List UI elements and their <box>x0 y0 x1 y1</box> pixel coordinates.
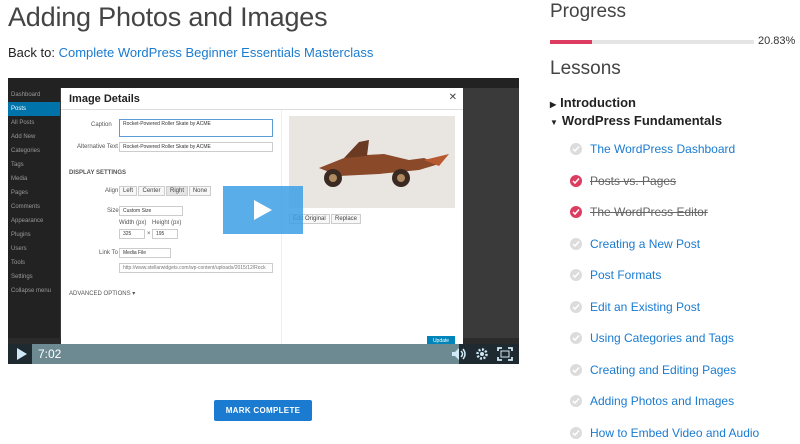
section-introduction[interactable]: ▶ Introduction <box>550 95 636 110</box>
wp-sidebar-item: Collapse menu <box>11 288 52 294</box>
check-incomplete-icon <box>570 332 582 344</box>
modal-title: Image Details <box>69 93 140 105</box>
lesson-label: Posts vs. Pages <box>590 173 677 188</box>
section-wordpress-fundamentals[interactable]: ▼ WordPress Fundamentals <box>550 113 722 128</box>
volume-icon[interactable] <box>451 347 467 364</box>
back-line: Back to: Complete WordPress Beginner Ess… <box>8 45 373 60</box>
modal-header: Image Details ✕ <box>61 88 463 110</box>
lesson-label: The WordPress Editor <box>590 205 708 219</box>
lesson-label: Edit an Existing Post <box>590 299 701 314</box>
video-player[interactable]: Dashboard Posts All Posts Add New Catego… <box>8 78 519 364</box>
lessons-heading: Lessons <box>550 58 621 79</box>
align-none: None <box>189 186 211 196</box>
lesson-label: Adding Photos and Images <box>590 394 735 408</box>
lesson-label: How to Embed Video and Audio <box>590 425 760 440</box>
align-right: Right <box>166 186 188 196</box>
wp-sidebar-item: Dashboard <box>11 92 41 98</box>
check-complete-icon <box>570 206 582 218</box>
wp-sidebar-item: Categories <box>11 148 41 154</box>
height-field: 195 <box>152 229 178 239</box>
check-complete-icon <box>570 174 582 187</box>
check-incomplete-icon <box>570 426 582 439</box>
back-course-link[interactable]: Complete WordPress Beginner Essentials M… <box>59 45 374 60</box>
caret-down-icon: ▼ <box>550 118 558 127</box>
caption-label: Caption <box>91 122 112 128</box>
wp-sidebar-item: Users <box>11 246 27 252</box>
width-field: 325 <box>119 229 145 239</box>
wp-sidebar-item: All Posts <box>11 120 35 126</box>
size-label: Size <box>107 208 119 214</box>
check-incomplete-icon <box>570 143 582 155</box>
play-icon[interactable] <box>16 347 28 364</box>
lesson-label: The WordPress Dashboard <box>590 142 736 156</box>
video-progress-track[interactable] <box>32 344 459 364</box>
align-center: Center <box>138 186 165 196</box>
course-progress-bar <box>550 40 754 44</box>
close-icon: ✕ <box>448 92 457 103</box>
play-icon <box>254 200 272 220</box>
check-incomplete-icon <box>570 300 582 313</box>
section-label: Introduction <box>560 95 636 110</box>
link-to-label: Link To <box>99 250 118 256</box>
wp-admin-bar <box>8 78 519 88</box>
video-time: 7:02 <box>38 347 62 361</box>
link-url-field: http://www.stellarwidgets.com/wp-content… <box>119 263 273 273</box>
image-preview <box>289 116 455 208</box>
wp-sidebar: Dashboard Posts All Posts Add New Catego… <box>8 88 60 338</box>
check-incomplete-icon <box>570 363 582 376</box>
progress-heading: Progress <box>550 1 627 22</box>
wp-sidebar-item: Comments <box>11 204 41 210</box>
settings-gear-icon[interactable] <box>475 347 489 364</box>
page-title: Adding Photos and Images <box>8 2 328 32</box>
course-progress-fill <box>550 40 593 44</box>
replace-button: Replace <box>331 214 362 224</box>
alt-text-label: Alternative Text <box>77 144 118 150</box>
caret-right-icon: ▶ <box>550 100 557 109</box>
align-left: Left <box>119 186 137 196</box>
caption-field: Rocket-Powered Roller Skate by ACME <box>119 119 273 137</box>
wp-sidebar-item: Plugins <box>11 232 31 238</box>
wp-sidebar-item: Settings <box>11 274 33 280</box>
advanced-options: ADVANCED OPTIONS ▾ <box>69 291 136 297</box>
link-to-select: Media File <box>119 248 171 258</box>
lesson-label: Creating a New Post <box>590 236 701 251</box>
wp-sidebar-item: Posts <box>8 102 60 116</box>
back-prefix: Back to: <box>8 45 59 60</box>
height-label: Height (px) <box>152 220 182 226</box>
mark-complete-button[interactable]: MARK COMPLETE <box>214 400 312 421</box>
times-sign: × <box>147 231 151 237</box>
wp-sidebar-item: Appearance <box>11 218 44 224</box>
width-label: Width (px) <box>119 220 147 226</box>
wp-sidebar-item: Tools <box>11 260 26 266</box>
wp-sidebar-item: Add New <box>11 134 36 140</box>
check-incomplete-icon <box>570 269 582 281</box>
alt-text-field: Rocket-Powered Roller Skate by ACME <box>119 142 273 152</box>
lesson-label: Post Formats <box>590 268 662 282</box>
play-overlay-button[interactable] <box>223 186 303 234</box>
lesson-label: Using Categories and Tags <box>590 331 734 345</box>
wp-sidebar-item: Pages <box>11 190 29 196</box>
wp-sidebar-item: Media <box>11 176 28 182</box>
video-controls: 7:02 <box>8 344 519 364</box>
progress-percent: 20.83% <box>758 35 796 47</box>
lesson-label: Creating and Editing Pages <box>590 362 737 377</box>
wp-sidebar-item: Tags <box>11 162 24 168</box>
size-select: Custom Size <box>119 206 183 216</box>
align-label: Align <box>105 188 119 194</box>
display-settings-heading: DISPLAY SETTINGS <box>69 170 127 176</box>
check-incomplete-icon <box>570 395 582 407</box>
fullscreen-icon[interactable] <box>497 347 513 364</box>
section-label: WordPress Fundamentals <box>561 113 723 128</box>
check-incomplete-icon <box>570 237 582 250</box>
